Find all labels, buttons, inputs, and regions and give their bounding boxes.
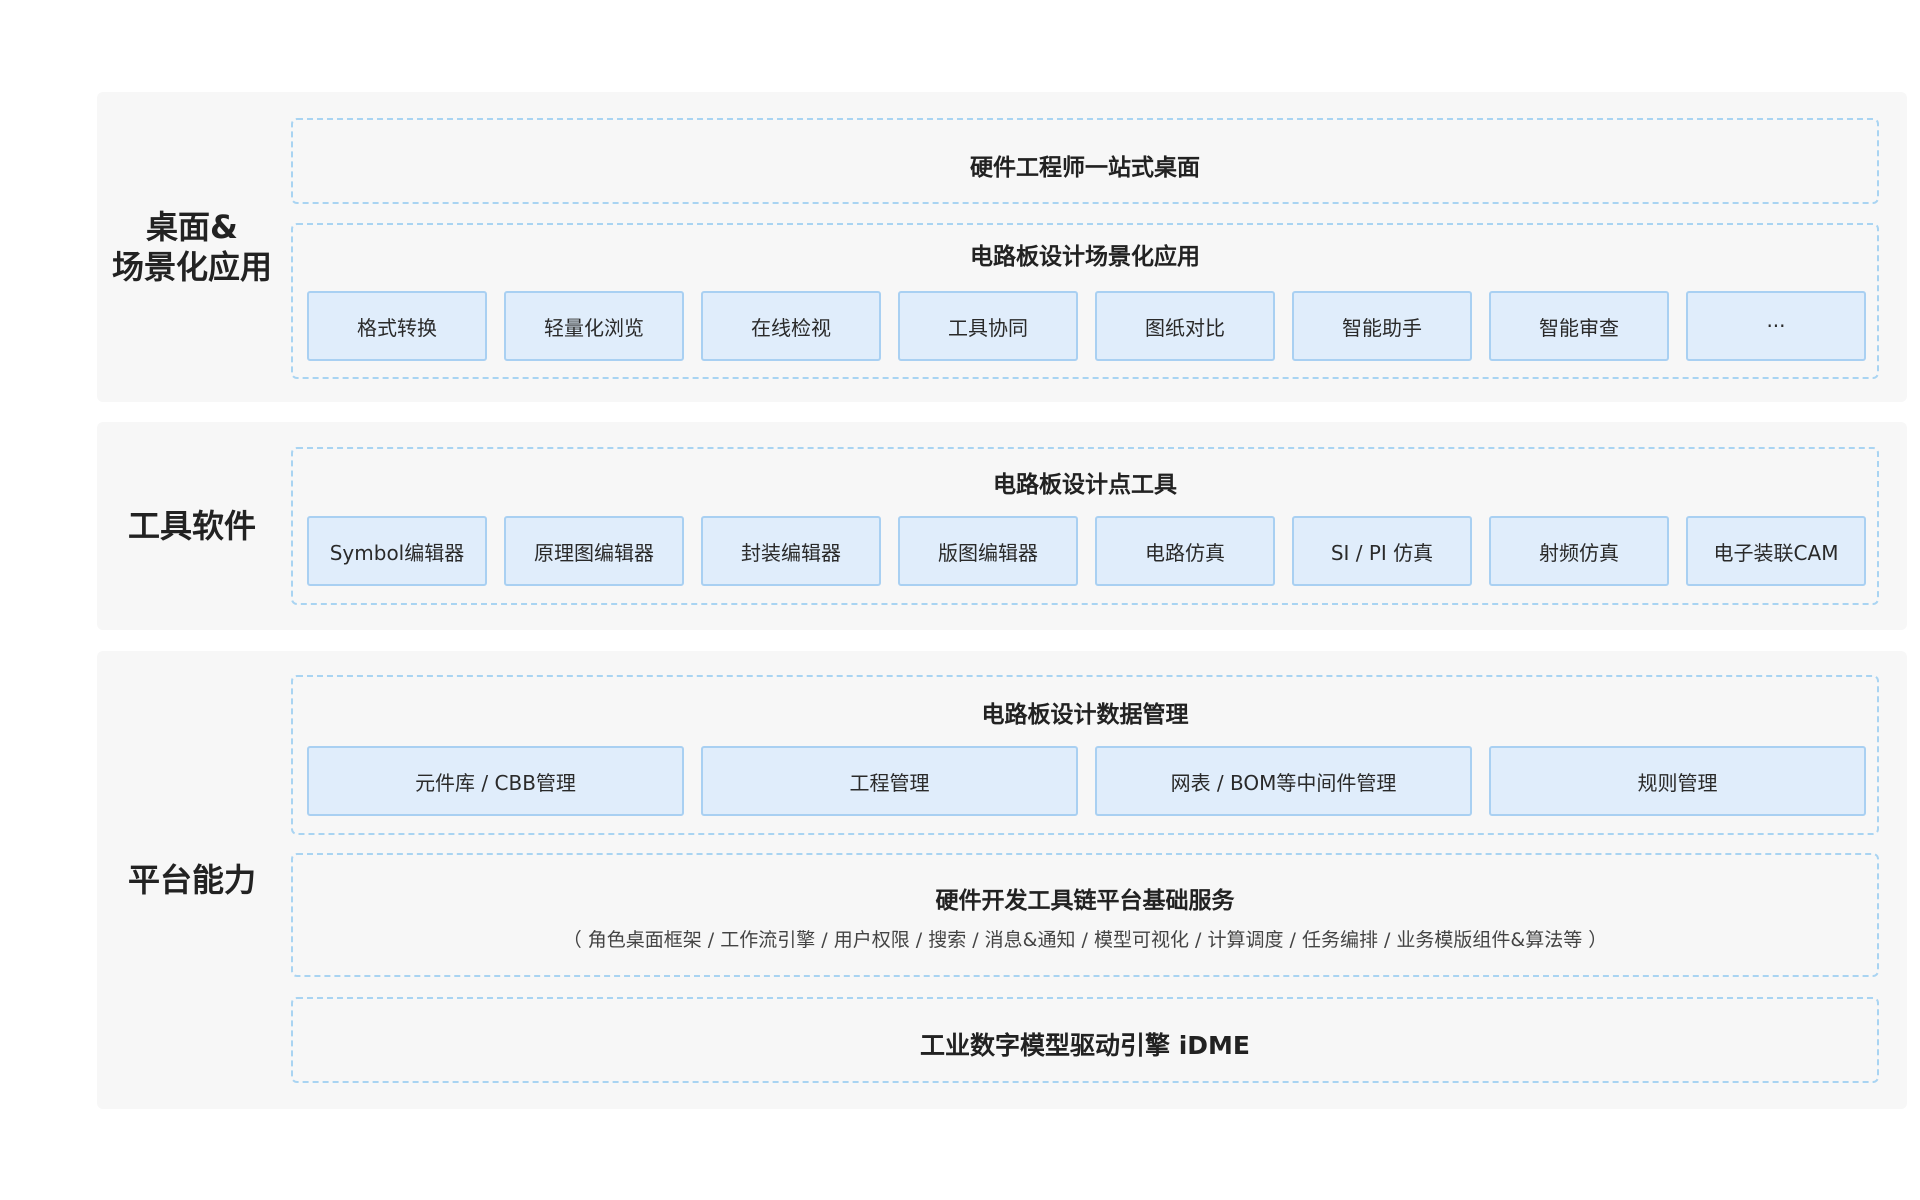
data-box-netlist-bom[interactable]: 网表 / BOM等中间件管理	[1095, 746, 1472, 816]
app-box-smart-assistant[interactable]: 智能助手	[1292, 291, 1472, 361]
group-title: 工业数字模型驱动引擎 iDME	[920, 1031, 1250, 1060]
group-title: 电路板设计数据管理	[981, 702, 1189, 728]
tool-box-symbol-editor[interactable]: Symbol编辑器	[307, 516, 487, 586]
tool-box-package-editor[interactable]: 封装编辑器	[701, 516, 881, 586]
app-box-format-convert[interactable]: 格式转换	[307, 291, 487, 361]
tool-box-assembly-cam[interactable]: 电子装联CAM	[1686, 516, 1866, 586]
layer-title-tool-software: 工具软件	[97, 422, 287, 630]
group-engineer-desktop: 硬件工程师一站式桌面	[291, 118, 1879, 204]
data-box-project-mgmt[interactable]: 工程管理	[701, 746, 1078, 816]
layer-desktop-apps: 桌面& 场景化应用 硬件工程师一站式桌面 电路板设计场景化应用 格式转换 轻量化…	[97, 92, 1907, 402]
layer-title-line: 平台能力	[127, 861, 256, 899]
layer-title-line: 桌面&	[146, 208, 238, 246]
tool-box-schematic-editor[interactable]: 原理图编辑器	[504, 516, 684, 586]
group-pcb-point-tools: 电路板设计点工具 Symbol编辑器 原理图编辑器 封装编辑器 版图编辑器 电路…	[291, 447, 1879, 605]
tool-box-si-pi-sim[interactable]: SI / PI 仿真	[1292, 516, 1472, 586]
layer-tool-software: 工具软件 电路板设计点工具 Symbol编辑器 原理图编辑器 封装编辑器 版图编…	[97, 422, 1907, 630]
group-pcb-data-mgmt: 电路板设计数据管理 元件库 / CBB管理 工程管理 网表 / BOM等中间件管…	[291, 675, 1879, 835]
tool-box-circuit-sim[interactable]: 电路仿真	[1095, 516, 1275, 586]
app-box-tool-collab[interactable]: 工具协同	[898, 291, 1078, 361]
group-title: 电路板设计点工具	[993, 472, 1177, 498]
group-idme-engine: 工业数字模型驱动引擎 iDME	[291, 997, 1879, 1083]
group-subtitle: （ 角色桌面框架 / 工作流引擎 / 用户权限 / 搜索 / 消息&通知 / 模…	[562, 929, 1608, 951]
tool-box-rf-sim[interactable]: 射频仿真	[1489, 516, 1669, 586]
app-box-more[interactable]: ···	[1686, 291, 1866, 361]
group-pcb-scenario-apps: 电路板设计场景化应用 格式转换 轻量化浏览 在线检视 工具协同 图纸对比 智能助…	[291, 223, 1879, 379]
group-title: 硬件工程师一站式桌面	[970, 155, 1200, 181]
group-title: 电路板设计场景化应用	[970, 244, 1200, 270]
app-box-smart-audit[interactable]: 智能审查	[1489, 291, 1669, 361]
data-box-component-lib[interactable]: 元件库 / CBB管理	[307, 746, 684, 816]
app-box-drawing-compare[interactable]: 图纸对比	[1095, 291, 1275, 361]
layer-title-line: 工具软件	[127, 507, 256, 545]
layer-title-platform: 平台能力	[97, 651, 287, 1109]
layer-title-line: 场景化应用	[111, 248, 272, 286]
group-platform-services: 硬件开发工具链平台基础服务 （ 角色桌面框架 / 工作流引擎 / 用户权限 / …	[291, 853, 1879, 977]
app-box-online-review[interactable]: 在线检视	[701, 291, 881, 361]
group-title: 硬件开发工具链平台基础服务	[935, 888, 1235, 914]
layer-platform: 平台能力 电路板设计数据管理 元件库 / CBB管理 工程管理 网表 / BOM…	[97, 651, 1907, 1109]
data-box-rule-mgmt[interactable]: 规则管理	[1489, 746, 1866, 816]
tool-box-layout-editor[interactable]: 版图编辑器	[898, 516, 1078, 586]
layer-title-desktop-apps: 桌面& 场景化应用	[97, 92, 287, 402]
app-box-light-browse[interactable]: 轻量化浏览	[504, 291, 684, 361]
